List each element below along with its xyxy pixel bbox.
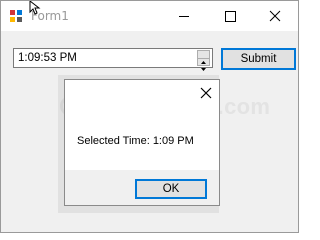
dialog-button-bar: OK xyxy=(65,170,219,205)
close-icon xyxy=(269,10,281,22)
message-text: Selected Time: 1:09 PM xyxy=(77,135,194,147)
maximize-button[interactable] xyxy=(207,1,253,31)
up-down-spinner[interactable] xyxy=(197,50,210,71)
message-box: Selected Time: 1:09 PM OK xyxy=(64,79,220,206)
mouse-cursor-icon xyxy=(29,1,41,15)
minimize-icon xyxy=(179,16,189,17)
maximize-icon xyxy=(225,11,236,22)
time-picker[interactable]: 1:09:53 PM xyxy=(13,48,213,71)
close-icon[interactable] xyxy=(199,86,213,100)
time-picker-value[interactable]: 1:09:53 PM xyxy=(18,51,77,65)
title-bar[interactable]: Form1 xyxy=(1,1,298,31)
close-button[interactable] xyxy=(252,1,298,31)
minimize-button[interactable] xyxy=(161,1,207,31)
ok-button[interactable]: OK xyxy=(135,179,207,199)
app-icon xyxy=(9,9,23,23)
submit-button[interactable]: Submit xyxy=(221,48,296,70)
spinner-down-button[interactable] xyxy=(198,58,209,71)
triangle-down-icon xyxy=(201,68,206,71)
